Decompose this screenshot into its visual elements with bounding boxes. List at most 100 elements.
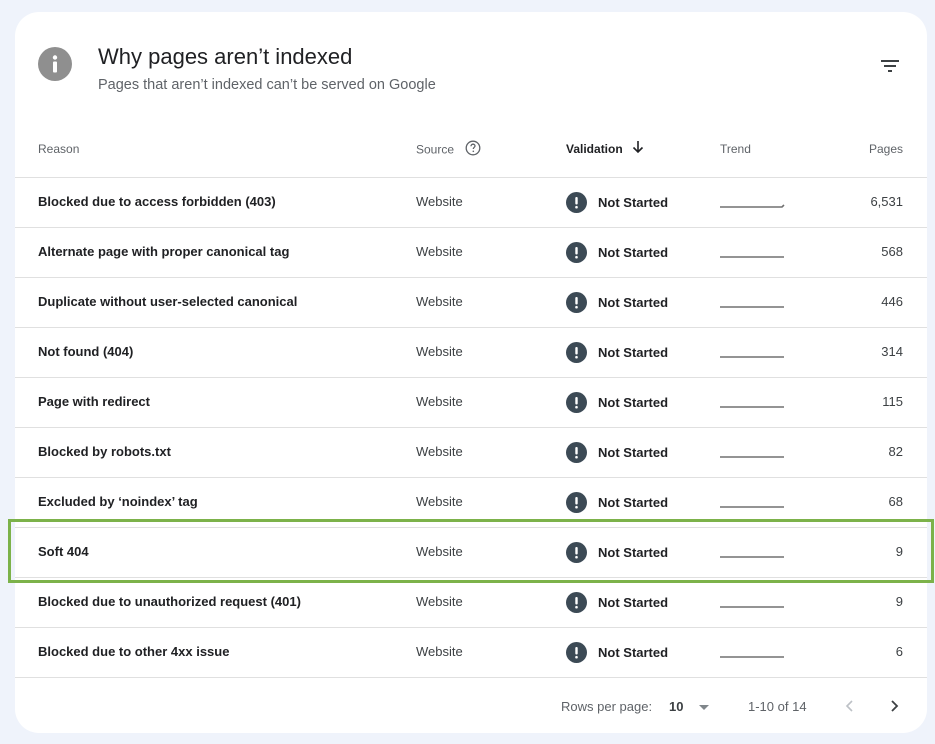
trend-sparkline [720, 578, 786, 627]
rows-per-page-select[interactable]: 10 [669, 694, 719, 720]
warning-icon [566, 392, 587, 413]
pages-cell: 6,531 [870, 194, 903, 209]
warning-icon [566, 442, 587, 463]
reason-cell: Soft 404 [38, 544, 89, 559]
warning-icon [566, 542, 587, 563]
chevron-right-icon [891, 700, 899, 712]
chevron-left-icon [845, 700, 853, 712]
validation-cell: Not Started [566, 492, 668, 513]
table-row[interactable]: Alternate page with proper canonical tag… [15, 228, 927, 278]
validation-cell: Not Started [566, 192, 668, 213]
trend-sparkline [720, 328, 786, 377]
reasons-table: Reason Source Validation Trend Pages Blo… [15, 124, 927, 678]
source-cell: Website [416, 444, 463, 459]
validation-status: Not Started [598, 545, 669, 560]
filter-icon [881, 60, 899, 72]
trend-sparkline [720, 628, 786, 677]
validation-status: Not Started [598, 245, 669, 260]
validation-cell: Not Started [566, 292, 668, 313]
validation-status: Not Started [598, 195, 669, 210]
trend-sparkline [720, 528, 786, 577]
source-cell: Website [416, 194, 463, 209]
rows-per-page-value: 10 [669, 699, 684, 714]
card-header: Why pages aren’t indexed Pages that aren… [15, 12, 927, 132]
pagination: Rows per page: 10 1-10 of 14 [15, 686, 927, 726]
reason-cell: Alternate page with proper canonical tag [38, 244, 290, 259]
source-cell: Website [416, 594, 463, 609]
table-body: Blocked due to access forbidden (403) We… [15, 178, 927, 678]
pages-cell: 9 [895, 594, 903, 609]
previous-page-button[interactable] [837, 693, 863, 719]
validation-status: Not Started [598, 495, 669, 510]
column-header-source-label: Source [416, 142, 455, 157]
table-row[interactable]: Duplicate without user-selected canonica… [15, 278, 927, 328]
table-row[interactable]: Blocked by robots.txt Website Not Starte… [15, 428, 927, 478]
reason-cell: Page with redirect [38, 394, 150, 409]
source-cell: Website [416, 644, 463, 659]
filter-button[interactable] [875, 54, 905, 80]
pages-cell: 115 [882, 394, 903, 409]
validation-cell: Not Started [566, 442, 668, 463]
table-row[interactable]: Blocked due to unauthorized request (401… [15, 578, 927, 628]
reason-cell: Duplicate without user-selected canonica… [38, 294, 298, 309]
pages-cell: 314 [881, 344, 903, 359]
warning-icon [566, 292, 587, 313]
table-row[interactable]: Blocked due to other 4xx issue Website N… [15, 628, 927, 678]
next-page-button[interactable] [881, 693, 907, 719]
trend-sparkline [720, 228, 786, 277]
pages-cell: 6 [895, 644, 903, 659]
reason-cell: Not found (404) [38, 344, 134, 359]
card-title: Why pages aren’t indexed [98, 44, 353, 69]
warning-icon [566, 492, 587, 513]
trend-sparkline [720, 278, 786, 327]
trend-sparkline [720, 428, 786, 477]
rows-per-page-label: Rows per page: [561, 699, 653, 714]
table-row-highlighted[interactable]: Soft 404 Website Not Started 9 [15, 528, 927, 578]
warning-icon [566, 242, 587, 263]
dropdown-caret-icon [699, 705, 709, 710]
validation-cell: Not Started [566, 642, 668, 663]
validation-status: Not Started [598, 595, 669, 610]
page-range: 1-10 of 14 [748, 699, 807, 714]
pages-cell: 568 [881, 244, 903, 259]
source-cell: Website [416, 394, 463, 409]
column-header-pages[interactable]: Pages [869, 142, 903, 156]
pages-cell: 9 [895, 544, 903, 559]
validation-status: Not Started [598, 445, 669, 460]
info-icon [38, 47, 72, 81]
validation-cell: Not Started [566, 542, 668, 563]
source-cell: Website [416, 494, 463, 509]
warning-icon [566, 192, 587, 213]
validation-cell: Not Started [566, 392, 668, 413]
pages-cell: 82 [888, 444, 903, 459]
trend-sparkline [720, 378, 786, 427]
sort-arrow-down-icon [632, 140, 644, 157]
card-subtitle: Pages that aren’t indexed can’t be serve… [98, 77, 436, 93]
table-row[interactable]: Excluded by ‘noindex’ tag Website Not St… [15, 478, 927, 528]
reason-cell: Blocked by robots.txt [38, 444, 171, 459]
trend-sparkline [720, 178, 786, 227]
help-icon[interactable] [465, 140, 481, 159]
warning-icon [566, 592, 587, 613]
warning-icon [566, 642, 587, 663]
source-cell: Website [416, 344, 463, 359]
column-header-reason[interactable]: Reason [38, 142, 79, 156]
table-row[interactable]: Not found (404) Website Not Started 314 [15, 328, 927, 378]
table-header: Reason Source Validation Trend Pages [15, 124, 927, 178]
trend-sparkline [720, 478, 786, 527]
column-header-trend: Trend [720, 142, 751, 156]
table-row[interactable]: Page with redirect Website Not Started 1… [15, 378, 927, 428]
validation-status: Not Started [598, 295, 669, 310]
validation-status: Not Started [598, 345, 669, 360]
table-row[interactable]: Blocked due to access forbidden (403) We… [15, 178, 927, 228]
validation-cell: Not Started [566, 592, 668, 613]
validation-status: Not Started [598, 395, 669, 410]
warning-icon [566, 342, 587, 363]
pages-cell: 446 [881, 294, 903, 309]
source-cell: Website [416, 244, 463, 259]
source-cell: Website [416, 544, 463, 559]
reason-cell: Blocked due to unauthorized request (401… [38, 594, 301, 609]
indexing-reasons-card: Why pages aren’t indexed Pages that aren… [15, 12, 927, 733]
column-header-source[interactable]: Source [416, 140, 481, 159]
column-header-validation[interactable]: Validation [566, 140, 644, 157]
